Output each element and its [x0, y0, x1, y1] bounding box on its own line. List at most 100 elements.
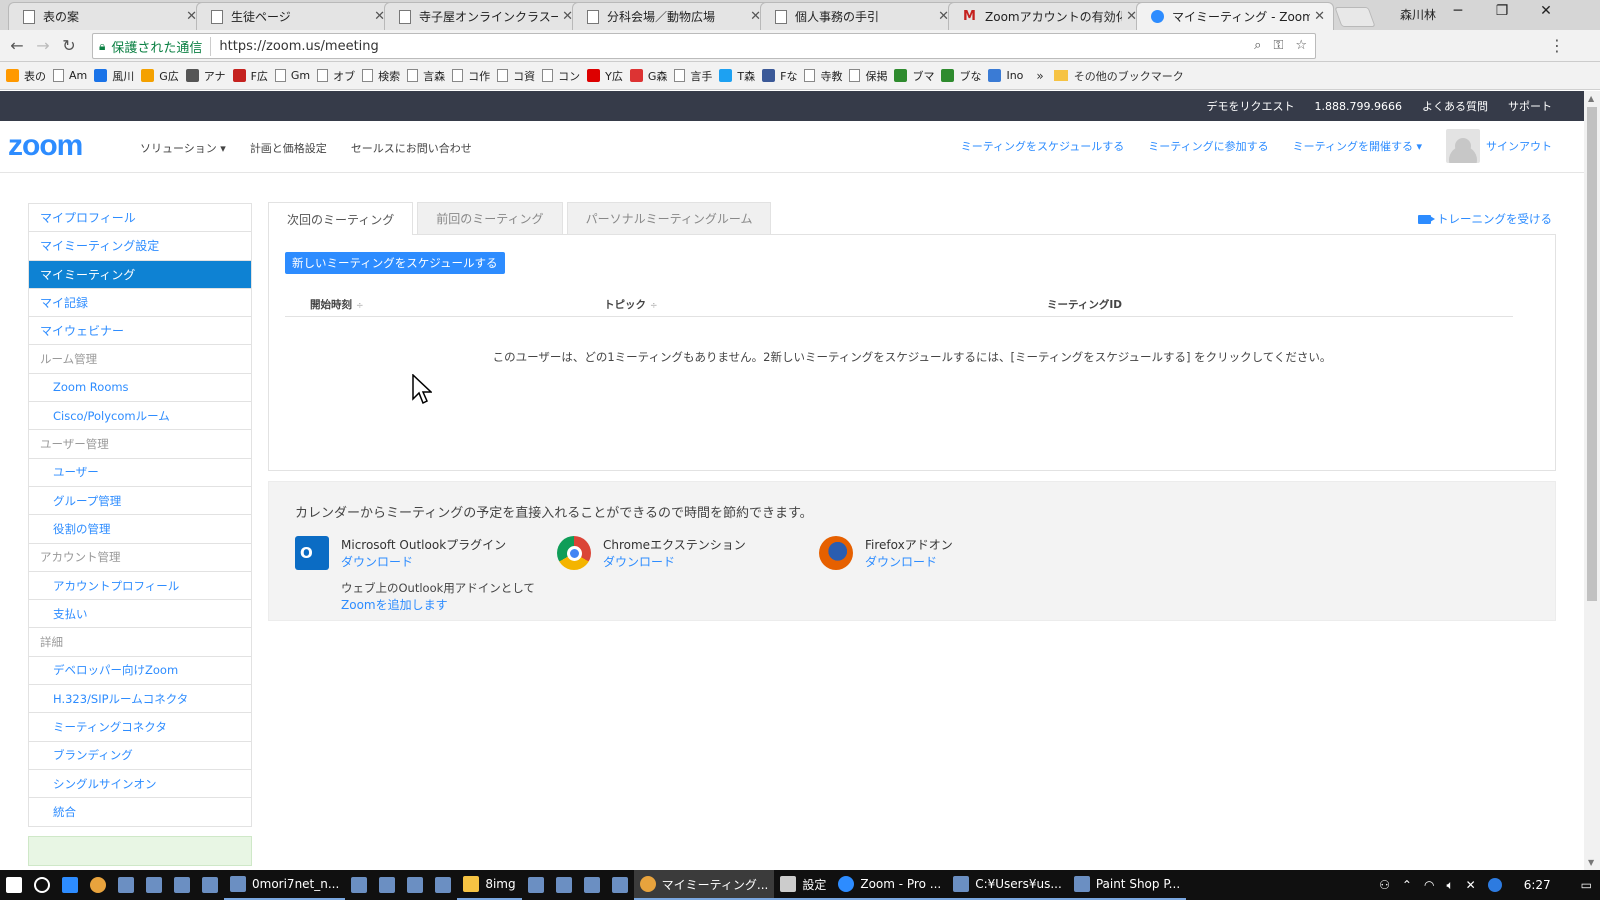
tab-personal-meeting-room[interactable]: パーソナルミーティングルーム	[566, 202, 772, 234]
people-icon[interactable]: ⚇	[1379, 878, 1390, 892]
support-link[interactable]: サポート	[1508, 98, 1552, 114]
sidebar-item[interactable]: ミーティングコネクタ	[29, 713, 251, 742]
bookmark-item[interactable]: 保掲	[849, 68, 887, 84]
firefox-download-link[interactable]: ダウンロード	[865, 553, 953, 570]
bookmark-star-icon[interactable]: ☆	[1295, 38, 1307, 53]
nav-schedule-link[interactable]: ミーティングをスケジュールする	[961, 138, 1125, 154]
bookmark-item[interactable]: 言森	[407, 68, 445, 84]
scroll-up-icon[interactable]: ▲	[1588, 94, 1594, 103]
wifi-icon[interactable]: ◠	[1424, 878, 1434, 892]
browser-tab[interactable]: マイミーティング - Zoom ✕	[1136, 2, 1334, 30]
browser-tab[interactable]: 寺子屋オンラインクラス一覧✕	[384, 2, 582, 30]
sidebar-item[interactable]: H.323/SIPルームコネクタ	[29, 685, 251, 714]
tray-app-icon[interactable]	[1487, 878, 1502, 892]
taskbar-item[interactable]	[345, 870, 373, 900]
taskbar-item[interactable]	[112, 870, 140, 900]
nav-link[interactable]: 計画と価格設定	[250, 140, 327, 156]
bookmark-item[interactable]: コ資	[497, 68, 535, 84]
taskbar-item[interactable]	[196, 870, 224, 900]
bookmark-item[interactable]: Y広	[587, 68, 623, 84]
bookmark-item[interactable]: F広	[232, 68, 268, 84]
chrome-download-link[interactable]: ダウンロード	[603, 553, 746, 570]
taskbar-item[interactable]	[401, 870, 429, 900]
sidebar-item[interactable]: グループ管理	[29, 487, 251, 516]
page-scrollbar[interactable]: ▲ ▼	[1584, 91, 1600, 870]
volume-icon[interactable]: 🔈︎	[1446, 878, 1453, 893]
taskbar-item[interactable]: 0mori7net_n...	[224, 870, 346, 900]
clock[interactable]: 6:27	[1524, 878, 1551, 892]
address-bar[interactable]: 🔒︎ 保護された通信 https://zoom.us/meeting ⌕ ⚿ ☆	[92, 33, 1316, 59]
zoom-logo[interactable]: zoom	[8, 129, 83, 163]
bookmark-item[interactable]: 寺教	[804, 68, 842, 84]
taskbar-item[interactable]: Zoom - Pro ...	[832, 870, 948, 900]
minimize-icon[interactable]: ─	[1438, 3, 1478, 19]
tab-previous-meetings[interactable]: 前回のミーティング	[417, 202, 563, 234]
sidebar-item[interactable]: 支払い	[29, 600, 251, 629]
bookmark-item[interactable]: 風川	[94, 68, 134, 84]
bookmark-item[interactable]: ブな	[941, 68, 981, 84]
scrollbar-thumb[interactable]	[1587, 107, 1597, 601]
key-icon[interactable]: ⚿	[1273, 38, 1283, 53]
sidebar-item[interactable]: 役割の管理	[29, 515, 251, 544]
bookmark-item[interactable]: Am	[53, 69, 87, 82]
outlook-download-link[interactable]: ダウンロード	[341, 553, 535, 570]
taskbar-item[interactable]	[578, 870, 606, 900]
sidebar-item[interactable]: マイウェビナー	[29, 317, 251, 346]
bookmark-item[interactable]: アナ	[185, 68, 226, 84]
taskbar-item[interactable]	[550, 870, 578, 900]
taskbar-item[interactable]	[429, 870, 457, 900]
sidebar-item[interactable]: 統合	[29, 798, 251, 827]
sidebar-item[interactable]: マイミーティング設定	[29, 232, 251, 261]
close-window-icon[interactable]: ✕	[1526, 3, 1566, 19]
back-icon[interactable]: ←	[4, 36, 30, 55]
restore-icon[interactable]: ❐	[1482, 3, 1522, 19]
browser-tab[interactable]: M Zoomアカウントの有効化 - ✕	[948, 2, 1146, 30]
taskbar-item[interactable]: Paint Shop P...	[1067, 870, 1187, 900]
request-demo-link[interactable]: デモをリクエスト	[1207, 98, 1295, 114]
bookmark-item[interactable]: ブマ	[894, 68, 934, 84]
bookmark-item[interactable]: オブ	[317, 68, 355, 84]
tray-expand-icon[interactable]: ⌃	[1402, 878, 1412, 892]
sidebar-item[interactable]: デベロッパー向けZoom	[29, 657, 251, 686]
scroll-down-icon[interactable]: ▼	[1588, 858, 1594, 867]
taskbar-item[interactable]: マイミーティング...	[633, 870, 775, 900]
taskbar-item[interactable]	[606, 870, 634, 900]
reload-icon[interactable]: ↻	[56, 36, 82, 55]
training-link[interactable]: トレーニングを受ける	[1418, 211, 1552, 227]
taskbar-item[interactable]	[56, 870, 84, 900]
sidebar-item[interactable]: シングルサインオン	[29, 770, 251, 799]
taskbar-item[interactable]	[28, 870, 56, 900]
taskbar-item[interactable]	[0, 870, 28, 900]
taskbar-item[interactable]	[140, 870, 168, 900]
taskbar-item[interactable]: C:¥Users¥us...	[947, 870, 1068, 900]
bookmark-item[interactable]: T森	[719, 68, 755, 84]
bookmark-item[interactable]: 言手	[674, 68, 712, 84]
taskbar-item[interactable]	[84, 870, 112, 900]
forward-icon[interactable]: →	[30, 36, 56, 55]
taskbar-item[interactable]: 8img	[457, 870, 522, 900]
faq-link[interactable]: よくある質問	[1422, 98, 1488, 114]
nav-host-dropdown[interactable]: ミーティングを開催する ▾	[1293, 138, 1422, 154]
browser-tab[interactable]: 分科会場／動物広場 ✕	[572, 2, 770, 30]
tab-upcoming-meetings[interactable]: 次回のミーティング	[268, 202, 414, 235]
taskbar-item[interactable]: 設定	[774, 870, 833, 900]
taskbar-item[interactable]	[168, 870, 196, 900]
browser-tab[interactable]: 生徒ページ ✕	[196, 2, 394, 30]
avatar[interactable]	[1446, 129, 1480, 163]
schedule-new-meeting-button[interactable]: 新しいミーティングをスケジュールする	[285, 252, 505, 274]
zoom-page-icon[interactable]: ⌕	[1254, 38, 1261, 53]
browser-profile-name[interactable]: 森川林	[1400, 6, 1436, 23]
bookmark-item[interactable]: コン	[542, 68, 580, 84]
tray-app-icon[interactable]: ✕	[1466, 878, 1476, 892]
taskbar-item[interactable]	[373, 870, 401, 900]
browser-menu-icon[interactable]: ⋮	[1544, 36, 1570, 55]
bookmark-item[interactable]: G森	[629, 68, 667, 84]
bookmark-item[interactable]: コ作	[452, 68, 490, 84]
sidebar-item[interactable]: ユーザー	[29, 459, 251, 487]
bookmarks-overflow-icon[interactable]: »	[1036, 69, 1043, 83]
new-tab-button[interactable]	[1334, 7, 1376, 27]
bookmark-item[interactable]: Ino	[988, 69, 1023, 82]
sidebar-item[interactable]: マイプロフィール	[29, 204, 251, 233]
browser-tab[interactable]: 表の案 ✕	[8, 2, 206, 30]
taskbar-item[interactable]	[522, 870, 550, 900]
